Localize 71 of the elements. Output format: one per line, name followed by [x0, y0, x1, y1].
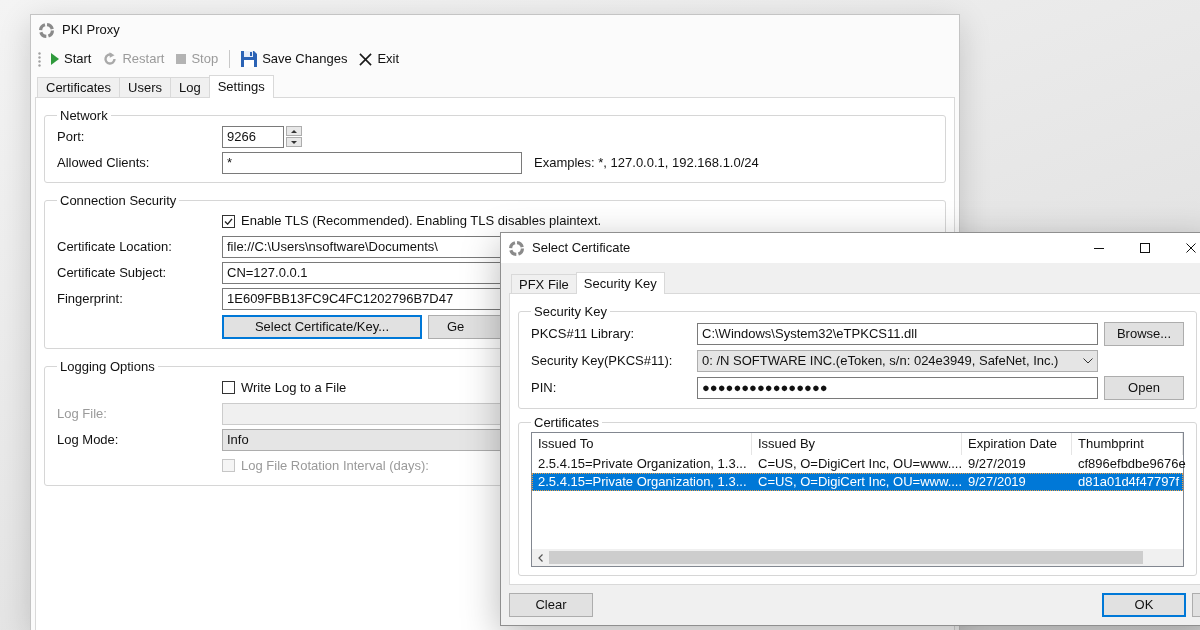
list-cell-text: 9/27/2019: [967, 473, 1027, 492]
column-header[interactable]: Issued By: [752, 433, 962, 455]
column-header[interactable]: Expiration Date: [962, 433, 1072, 455]
ring-icon: [509, 240, 524, 256]
browse-button[interactable]: Browse...: [1104, 321, 1184, 346]
checkbox[interactable]: [222, 214, 235, 228]
select-certificate-button[interactable]: Select Certificate/Key...: [222, 315, 422, 339]
field-label: Certificate Location:: [57, 238, 172, 257]
window-title: PKI Proxy: [62, 21, 120, 40]
list-row[interactable]: 2.5.4.15=Private Organization, 1.3... C=US, O=DigiCert Inc, OU=www.... 9/27/2019 d81a01d4f47797f: [532, 473, 1183, 491]
field-label: Port:: [57, 127, 85, 146]
scrollbar-thumb[interactable]: [549, 551, 1143, 564]
circular-arrow-icon: [103, 52, 118, 66]
grip-icon: [38, 51, 41, 67]
tab[interactable]: Log: [170, 77, 210, 97]
checkbox-label[interactable]: Enable TLS (Recommended). Enabling TLS disables plaintext.: [241, 211, 602, 231]
tab[interactable]: Security Key: [575, 272, 665, 294]
library-path-field[interactable]: C:\Windows\System32\eTPKCS11.dll: [697, 322, 1098, 345]
group-title: Security Key: [533, 303, 608, 321]
exit-button[interactable]: Exit: [354, 47, 405, 71]
window-title: Select Certificate: [532, 239, 631, 258]
chevron-left-icon[interactable]: [538, 553, 543, 562]
checkbox[interactable]: [222, 381, 235, 394]
field-label: Log Mode:: [57, 430, 119, 449]
tab[interactable]: Settings: [208, 75, 274, 98]
tab[interactable]: PFX File: [511, 274, 577, 293]
port-field[interactable]: 9266: [222, 125, 284, 148]
start-button[interactable]: Start: [46, 47, 97, 71]
minimize-icon: [1094, 247, 1104, 249]
spin-down-button[interactable]: [286, 137, 302, 147]
ring-icon: [39, 22, 54, 38]
open-button[interactable]: Open: [1104, 375, 1184, 400]
checkmark-icon: [224, 217, 233, 225]
cross-icon: [359, 52, 373, 66]
field-label: Allowed Clients:: [57, 153, 150, 172]
stop-icon: [176, 54, 187, 64]
list-cell-text: C=US, O=DigiCert Inc, OU=www....: [757, 473, 962, 492]
maximize-icon: [1140, 243, 1150, 253]
group-title: Connection Security: [59, 191, 178, 210]
column-header[interactable]: Thumbprint: [1072, 433, 1183, 455]
list-cell-text: 2.5.4.15=Private Organization, 1.3...: [537, 473, 748, 492]
dialog-button[interactable]: Clear: [509, 593, 593, 617]
up-triangle-icon: [291, 129, 297, 133]
play-icon: [51, 53, 59, 65]
close-icon: [1186, 243, 1196, 253]
pin-field[interactable]: ●●●●●●●●●●●●●●●●: [697, 376, 1098, 399]
field-label: PIN:: [531, 378, 557, 397]
list-cell-text: d81a01d4f47797f: [1077, 473, 1181, 492]
dialog-button[interactable]: OK: [1102, 593, 1186, 617]
list-cell-text: C=US, O=DigiCert Inc, OU=www....: [757, 455, 962, 474]
down-triangle-icon: [291, 140, 297, 144]
group-title: Network: [59, 107, 109, 125]
group-title: Certificates: [533, 413, 601, 432]
tab[interactable]: Certificates: [37, 77, 121, 97]
checkbox-label[interactable]: Write Log to a File: [241, 377, 347, 398]
field-label: Security Key(PKCS#11):: [531, 351, 673, 370]
allowed-clients-field[interactable]: *: [222, 151, 522, 174]
list-cell-text: 2.5.4.15=Private Organization, 1.3...: [537, 455, 748, 474]
field-label: Log File:: [57, 404, 107, 423]
field-label: Certificate Subject:: [57, 264, 167, 283]
field-label: PKCS#11 Library:: [531, 324, 635, 343]
security-key-combobox[interactable]: 0: /N SOFTWARE INC.(eToken, s/n: 024e3949, SafeNet, Inc.): [697, 349, 1098, 372]
tab[interactable]: Users: [119, 77, 171, 97]
group-title: Logging Options: [59, 358, 156, 376]
list-cell-text: 9/27/2019: [967, 455, 1027, 474]
chevron-down-icon: [1083, 357, 1093, 364]
column-header[interactable]: Issued To: [532, 433, 752, 455]
field-label: Fingerprint:: [57, 290, 123, 309]
save-changes-button[interactable]: Save Changes: [236, 47, 353, 71]
spin-up-button[interactable]: [286, 126, 302, 136]
hint-text: Examples: *, 127.0.0.1, 192.168.1.0/24: [534, 153, 759, 172]
